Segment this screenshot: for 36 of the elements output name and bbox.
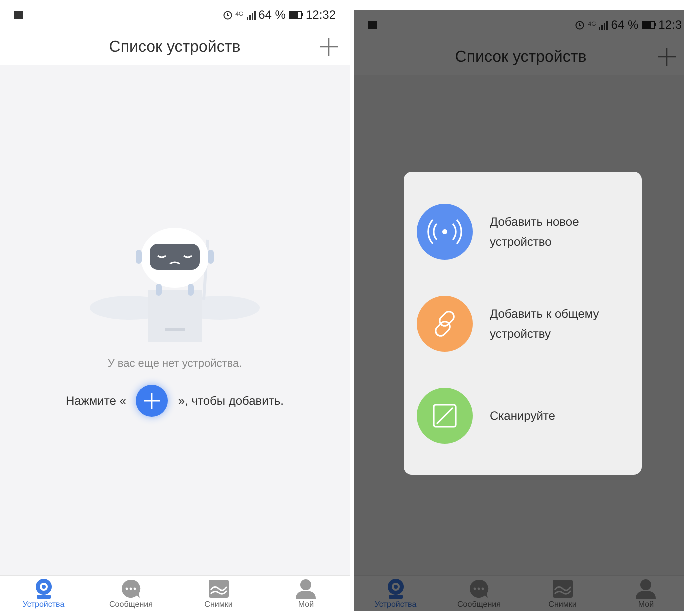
menu-item[interactable]: Сканируйте [490, 406, 620, 426]
chat-bubble-icon [468, 578, 490, 600]
battery-icon [642, 21, 656, 29]
clock-time: 12:32 [306, 7, 336, 24]
add-icon[interactable] [318, 36, 340, 58]
wireless-signal-icon[interactable] [417, 204, 473, 260]
tab-button[interactable]: Снимки [175, 576, 262, 611]
battery-percent: 64 % [611, 17, 639, 34]
signal-icon [246, 10, 256, 20]
battery-percent: 64 % [258, 7, 286, 24]
image-notification-icon [14, 11, 23, 19]
tab-button[interactable]: Сообщения [88, 576, 175, 611]
picture-icon [552, 578, 574, 600]
hint-text: Нажмите « [66, 392, 126, 410]
chat-bubble-icon [120, 578, 142, 600]
tab-button[interactable]: Устройства [0, 576, 88, 611]
tab-button[interactable]: Мой [262, 576, 350, 611]
menu-item[interactable]: Добавить к общему устройству [490, 304, 620, 344]
add-icon[interactable] [656, 46, 678, 68]
alarm-clock-icon [575, 20, 586, 30]
person-icon [635, 578, 658, 600]
clock-time: 12:3 [658, 17, 682, 34]
empty-message: У вас еще нет устройства. [108, 357, 242, 372]
image-notification-icon [368, 21, 377, 29]
plus-icon [143, 392, 162, 410]
add-device-button[interactable] [136, 384, 168, 416]
screen-title: Список устройств [109, 38, 241, 58]
link-icon[interactable] [417, 296, 473, 352]
signal-icon [599, 20, 608, 30]
battery-icon [288, 11, 303, 19]
picture-icon [208, 578, 230, 600]
person-icon [295, 578, 318, 600]
alarm-clock-icon [222, 10, 233, 20]
hint-text: », чтобы добавить. [178, 392, 284, 410]
screen-title: Список устройств [455, 48, 587, 68]
menu-item[interactable]: Добавить новое устройство [490, 212, 620, 252]
